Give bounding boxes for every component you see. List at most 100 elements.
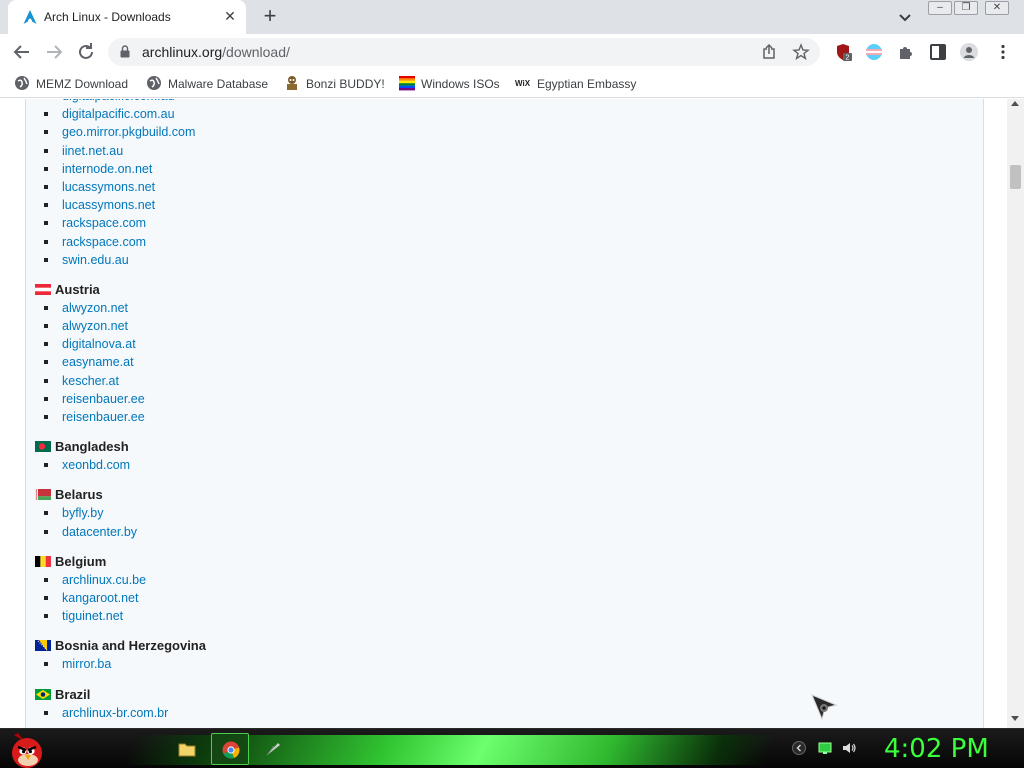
mirror-link[interactable]: alwyzon.net <box>62 319 128 333</box>
network-icon[interactable] <box>818 741 832 755</box>
mirror-link[interactable]: digitalpacific.com.au <box>62 99 175 103</box>
tab-title: Arch Linux - Downloads <box>44 10 171 24</box>
mirror-link[interactable]: byfly.by <box>62 506 103 520</box>
mirror-link[interactable]: lucassymons.net <box>62 180 155 194</box>
bookmarks-bar: MEMZ Download Malware Database Bonzi BUD… <box>0 70 1024 98</box>
mirror-link[interactable]: mirror.ba <box>62 657 111 671</box>
bookmark-egyptian-embassy[interactable]: WiX Egyptian Embassy <box>515 75 636 93</box>
mirror-list-item: tiguinet.net <box>35 607 935 625</box>
bookmark-star-icon[interactable] <box>792 43 810 61</box>
mirror-link[interactable]: rackspace.com <box>62 216 146 230</box>
mirror-list-item: swin.edu.au <box>35 251 935 269</box>
mirror-link[interactable]: reisenbauer.ee <box>62 410 145 424</box>
mirror-link[interactable]: rackspace.com <box>62 235 146 249</box>
mirror-list-item: internode.on.net <box>35 160 935 178</box>
mirror-list-item: lucassymons.net <box>35 196 935 214</box>
country-heading: Belarus <box>35 486 935 504</box>
bookmark-windows-isos[interactable]: Windows ISOs <box>399 75 500 93</box>
volume-icon[interactable] <box>842 741 856 755</box>
mirror-link[interactable]: archlinux-br.com.br <box>62 706 168 720</box>
bookmark-memz-download[interactable]: MEMZ Download <box>14 75 128 93</box>
shield-extension-icon[interactable]: 2 <box>834 43 852 61</box>
mirror-list-group: xeonbd.com <box>35 456 935 474</box>
folder-icon <box>178 743 196 757</box>
taskbar-app[interactable] <box>254 733 292 765</box>
side-panel-icon[interactable] <box>929 43 947 61</box>
scroll-up-arrow-icon[interactable] <box>1011 101 1019 106</box>
mirror-list-item: archlinux-br.com.br <box>35 704 935 722</box>
mirror-link[interactable]: digitalnova.at <box>62 337 136 351</box>
bookmark-bonzi-buddy[interactable]: Bonzi BUDDY! <box>284 75 385 93</box>
mirror-link[interactable]: kangaroot.net <box>62 591 138 605</box>
puzzle-extensions-icon[interactable] <box>897 43 915 61</box>
mirror-link[interactable]: lucassymons.net <box>62 198 155 212</box>
bookmark-label: Malware Database <box>168 77 269 91</box>
chevron-down-icon[interactable] <box>896 9 914 25</box>
taskbar-chrome[interactable] <box>211 733 249 765</box>
country-name: Bangladesh <box>55 439 129 455</box>
bookmark-label: Bonzi BUDDY! <box>306 77 385 91</box>
mirror-link[interactable]: datacenter.by <box>62 525 137 539</box>
tray-chevron-icon[interactable] <box>792 741 806 755</box>
wix-icon: WiX <box>515 79 531 88</box>
mirror-link[interactable]: swin.edu.au <box>62 253 129 267</box>
scroll-thumb[interactable] <box>1010 165 1021 189</box>
austria-flag-icon <box>35 283 51 295</box>
mirror-list-item: digitalnova.at <box>35 335 935 353</box>
arch-logo-icon <box>23 10 37 24</box>
mirror-link[interactable]: reisenbauer.ee <box>62 392 145 406</box>
mirror-link[interactable]: archlinux.cu.be <box>62 573 146 587</box>
mirror-link[interactable]: tiguinet.net <box>62 609 123 623</box>
country-heading: Bangladesh <box>35 438 935 456</box>
profile-avatar-icon[interactable] <box>960 43 978 61</box>
page-viewport: digitalpacific.com.au digitalpacific.com.… <box>0 99 1024 728</box>
share-icon[interactable] <box>760 43 778 61</box>
country-heading: Austria <box>35 281 935 299</box>
url-host: archlinux.org <box>142 44 223 60</box>
country-heading: Bosnia and Herzegovina <box>35 637 935 655</box>
close-tab-icon[interactable]: ✕ <box>222 8 238 24</box>
forward-arrow-icon[interactable] <box>42 40 66 64</box>
mirror-link[interactable]: digitalpacific.com.au <box>62 107 175 121</box>
mirror-list-item: rackspace.com <box>35 214 935 232</box>
taskbar-file-explorer[interactable] <box>168 733 206 765</box>
taskbar-clock[interactable]: 4:02 PM <box>884 733 1020 765</box>
pride-extension-icon[interactable] <box>865 43 883 61</box>
address-bar[interactable]: archlinux.org/download/ <box>108 38 820 66</box>
maximize-button[interactable]: ❐ <box>954 1 978 15</box>
mirror-link[interactable]: iinet.net.au <box>62 144 123 158</box>
mirror-list-item: rackspace.com <box>35 233 935 251</box>
close-window-button[interactable]: ✕ <box>985 1 1009 15</box>
mirror-list-item: easyname.at <box>35 353 935 371</box>
country-name: Bosnia and Herzegovina <box>55 638 206 654</box>
mirror-link[interactable]: geo.mirror.pkgbuild.com <box>62 125 195 139</box>
minimize-button[interactable]: – <box>928 1 952 15</box>
mirror-link[interactable]: xeonbd.com <box>62 458 130 472</box>
mirror-link[interactable]: internode.on.net <box>62 162 152 176</box>
mirror-list-group: byfly.by datacenter.by <box>35 504 935 540</box>
tab-strip: Arch Linux - Downloads ✕ + – ❐ ✕ <box>0 0 1024 34</box>
bookmark-malware-database[interactable]: Malware Database <box>146 75 268 93</box>
kebab-menu-icon[interactable] <box>994 43 1012 61</box>
mirror-list-item: mirror.ba <box>35 655 935 673</box>
angry-bird-start-icon[interactable] <box>6 729 48 769</box>
page-scrollbar[interactable] <box>1007 99 1024 728</box>
brazil-flag-icon <box>35 688 51 700</box>
url-text[interactable]: archlinux.org/download/ <box>142 44 290 60</box>
mirror-list-group: alwyzon.net alwyzon.net digitalnova.at easy… <box>35 299 935 426</box>
back-arrow-icon[interactable] <box>10 40 34 64</box>
tab-arch-downloads[interactable]: Arch Linux - Downloads ✕ <box>8 0 246 34</box>
mirror-link[interactable]: kescher.at <box>62 374 119 388</box>
scroll-down-arrow-icon[interactable] <box>1011 716 1019 721</box>
new-tab-button[interactable]: + <box>258 5 282 29</box>
mirror-list-item: kangaroot.net <box>35 589 935 607</box>
mirror-link[interactable]: alwyzon.net <box>62 301 128 315</box>
mirror-list-item: archlinux.cu.be <box>35 571 935 589</box>
country-heading: Belgium <box>35 553 935 571</box>
mirror-link[interactable]: easyname.at <box>62 355 134 369</box>
feather-pen-icon <box>266 743 280 756</box>
reload-icon[interactable] <box>74 40 98 64</box>
bosnia-flag-icon <box>35 640 51 652</box>
lock-icon[interactable] <box>120 45 130 58</box>
mirror-list-item: alwyzon.net <box>35 299 935 317</box>
